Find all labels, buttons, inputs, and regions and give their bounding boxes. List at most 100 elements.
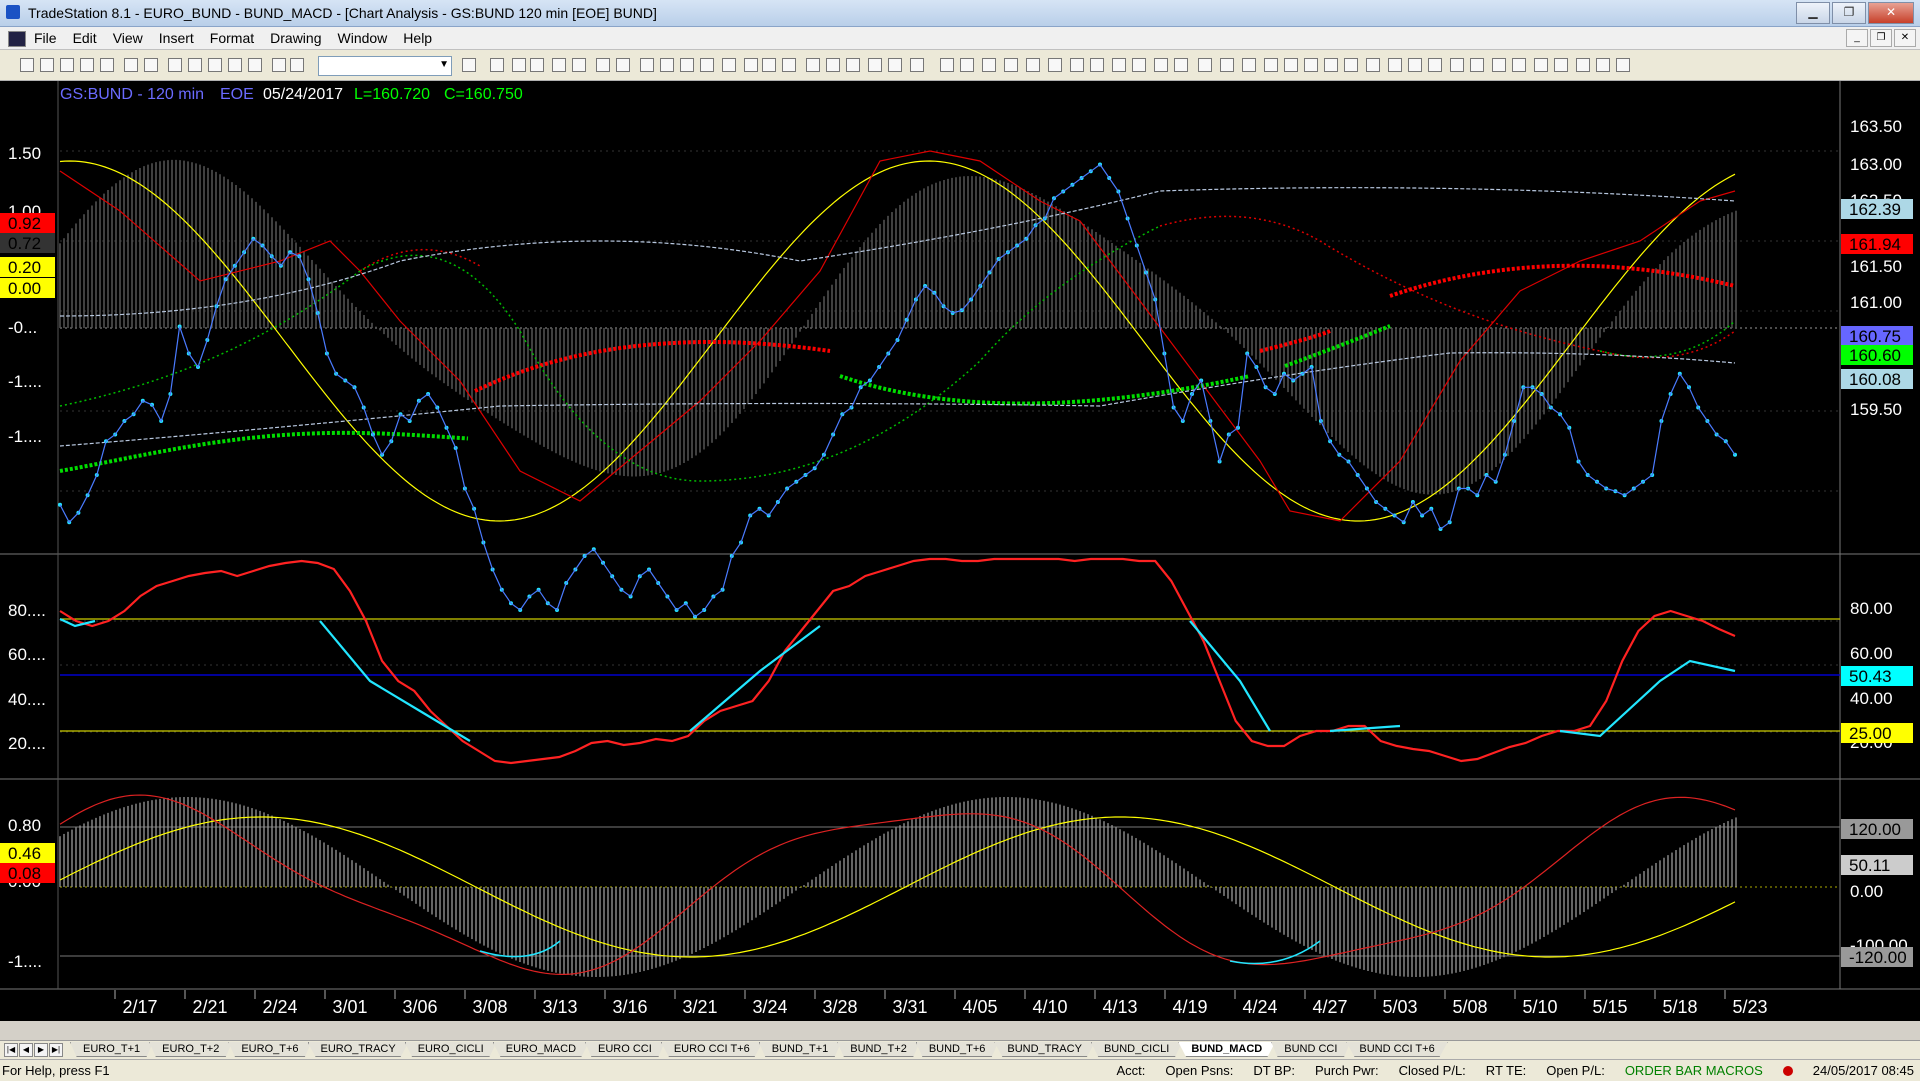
tab-first-icon[interactable]: |◀ — [4, 1043, 18, 1057]
toolbar-tool-icon[interactable] — [596, 58, 610, 72]
toolbar-tool-icon[interactable] — [806, 58, 820, 72]
toolbar-tool-icon[interactable] — [1004, 58, 1018, 72]
toolbar-tool-icon[interactable] — [1324, 58, 1338, 72]
close-button[interactable]: ✕ — [1868, 2, 1914, 24]
toolbar-tool-icon[interactable] — [1048, 58, 1062, 72]
tab-bund-tracy[interactable]: BUND_TRACY — [994, 1042, 1095, 1057]
tab-euro-macd[interactable]: EURO_MACD — [492, 1042, 590, 1057]
toolbar-tool-icon[interactable] — [530, 58, 544, 72]
toolbar-tool-icon[interactable] — [1596, 58, 1610, 72]
toolbar-tool-icon[interactable] — [290, 58, 304, 72]
mdi-restore-button[interactable]: ❐ — [1870, 29, 1892, 47]
toolbar-tool-icon[interactable] — [1198, 58, 1212, 72]
toolbar-tool-icon[interactable] — [1112, 58, 1126, 72]
tab-euro-t-2[interactable]: EURO_T+2 — [149, 1042, 233, 1057]
toolbar-tool-icon[interactable] — [1344, 58, 1358, 72]
toolbar-tool-icon[interactable] — [1388, 58, 1402, 72]
toolbar-tool-icon[interactable] — [512, 58, 526, 72]
toolbar-tool-icon[interactable] — [572, 58, 586, 72]
tab-euro-cicli[interactable]: EURO_CICLI — [404, 1042, 497, 1057]
chart-window-icon[interactable] — [8, 31, 26, 47]
tab-euro-cci[interactable]: EURO CCI — [585, 1042, 665, 1057]
toolbar-tool-icon[interactable] — [1450, 58, 1464, 72]
tab-last-icon[interactable]: ▶| — [49, 1043, 63, 1057]
toolbar-tool-icon[interactable] — [960, 58, 974, 72]
toolbar-tool-icon[interactable] — [20, 58, 34, 72]
toolbar-tool-icon[interactable] — [722, 58, 736, 72]
toolbar-tool-icon[interactable] — [144, 58, 158, 72]
tab-bund-t-2[interactable]: BUND_T+2 — [837, 1042, 920, 1057]
menu-help[interactable]: Help — [403, 30, 432, 46]
toolbar-tool-icon[interactable] — [1242, 58, 1256, 72]
toolbar-tool-icon[interactable] — [188, 58, 202, 72]
toolbar-tool-icon[interactable] — [782, 58, 796, 72]
toolbar-tool-icon[interactable] — [1512, 58, 1526, 72]
order-bar-macros[interactable]: ORDER BAR MACROS — [1625, 1063, 1763, 1078]
toolbar-tool-icon[interactable] — [248, 58, 262, 72]
toolbar-tool-icon[interactable] — [1132, 58, 1146, 72]
tab-euro-tracy[interactable]: EURO_TRACY — [307, 1042, 409, 1057]
toolbar-tool-icon[interactable] — [1408, 58, 1422, 72]
menu-insert[interactable]: Insert — [159, 30, 194, 46]
toolbar-tool-icon[interactable] — [680, 58, 694, 72]
toolbar-tool-icon[interactable] — [640, 58, 654, 72]
symbol-combo[interactable]: ▼ — [318, 56, 452, 76]
toolbar-tool-icon[interactable] — [846, 58, 860, 72]
toolbar-tool-icon[interactable] — [1264, 58, 1278, 72]
toolbar-tool-icon[interactable] — [1616, 58, 1630, 72]
toolbar-tool-icon[interactable] — [1154, 58, 1168, 72]
toolbar-tool-icon[interactable] — [1026, 58, 1040, 72]
toolbar-tool-icon[interactable] — [80, 58, 94, 72]
chart-area[interactable]: GS:BUND - 120 min EOE 05/24/2017 L=160.720 C… — [0, 81, 1920, 1021]
toolbar-tool-icon[interactable] — [616, 58, 630, 72]
toolbar-tool-icon[interactable] — [40, 58, 54, 72]
toolbar-tool-icon[interactable] — [462, 58, 476, 72]
toolbar-tool-icon[interactable] — [1470, 58, 1484, 72]
toolbar-tool-icon[interactable] — [1492, 58, 1506, 72]
toolbar-tool-icon[interactable] — [1174, 58, 1188, 72]
toolbar-tool-icon[interactable] — [660, 58, 674, 72]
toolbar-tool-icon[interactable] — [940, 58, 954, 72]
tab-bund-cci-t-6[interactable]: BUND CCI T+6 — [1346, 1042, 1448, 1057]
toolbar-tool-icon[interactable] — [168, 58, 182, 72]
toolbar-tool-icon[interactable] — [700, 58, 714, 72]
menu-window[interactable]: Window — [338, 30, 388, 46]
mdi-close-button[interactable]: ✕ — [1894, 29, 1916, 47]
toolbar-tool-icon[interactable] — [762, 58, 776, 72]
tab-bund-macd[interactable]: BUND_MACD — [1178, 1042, 1276, 1057]
tab-bund-cicli[interactable]: BUND_CICLI — [1090, 1042, 1183, 1057]
toolbar-tool-icon[interactable] — [888, 58, 902, 72]
menu-view[interactable]: View — [113, 30, 143, 46]
toolbar-tool-icon[interactable] — [868, 58, 882, 72]
toolbar-tool-icon[interactable] — [552, 58, 566, 72]
tab-prev-icon[interactable]: ◀ — [19, 1043, 33, 1057]
toolbar-tool-icon[interactable] — [228, 58, 242, 72]
toolbar-tool-icon[interactable] — [208, 58, 222, 72]
tab-bund-cci[interactable]: BUND CCI — [1271, 1042, 1351, 1057]
toolbar-tool-icon[interactable] — [1304, 58, 1318, 72]
toolbar-tool-icon[interactable] — [124, 58, 138, 72]
tab-bund-t-1[interactable]: BUND_T+1 — [758, 1042, 842, 1057]
toolbar-tool-icon[interactable] — [982, 58, 996, 72]
tab-next-icon[interactable]: ▶ — [34, 1043, 48, 1057]
chevron-down-icon[interactable]: ▼ — [439, 59, 449, 70]
toolbar-tool-icon[interactable] — [744, 58, 758, 72]
menu-edit[interactable]: Edit — [73, 30, 97, 46]
toolbar-tool-icon[interactable] — [1554, 58, 1568, 72]
menu-file[interactable]: File — [34, 30, 57, 46]
tab-bund-t-6[interactable]: BUND_T+6 — [915, 1042, 999, 1057]
tab-euro-t-1[interactable]: EURO_T+1 — [70, 1042, 154, 1057]
toolbar-tool-icon[interactable] — [1220, 58, 1234, 72]
maximize-button[interactable]: ❐ — [1832, 2, 1866, 24]
toolbar-tool-icon[interactable] — [1428, 58, 1442, 72]
toolbar-tool-icon[interactable] — [1284, 58, 1298, 72]
toolbar-tool-icon[interactable] — [490, 58, 504, 72]
mdi-minimize-button[interactable]: _ — [1846, 29, 1868, 47]
toolbar-tool-icon[interactable] — [272, 58, 286, 72]
minimize-button[interactable]: ▁ — [1796, 2, 1830, 24]
toolbar-tool-icon[interactable] — [60, 58, 74, 72]
toolbar-tool-icon[interactable] — [1576, 58, 1590, 72]
toolbar-tool-icon[interactable] — [1090, 58, 1104, 72]
tab-euro-cci-t-6[interactable]: EURO CCI T+6 — [660, 1042, 763, 1057]
tab-euro-t-6[interactable]: EURO_T+6 — [228, 1042, 312, 1057]
